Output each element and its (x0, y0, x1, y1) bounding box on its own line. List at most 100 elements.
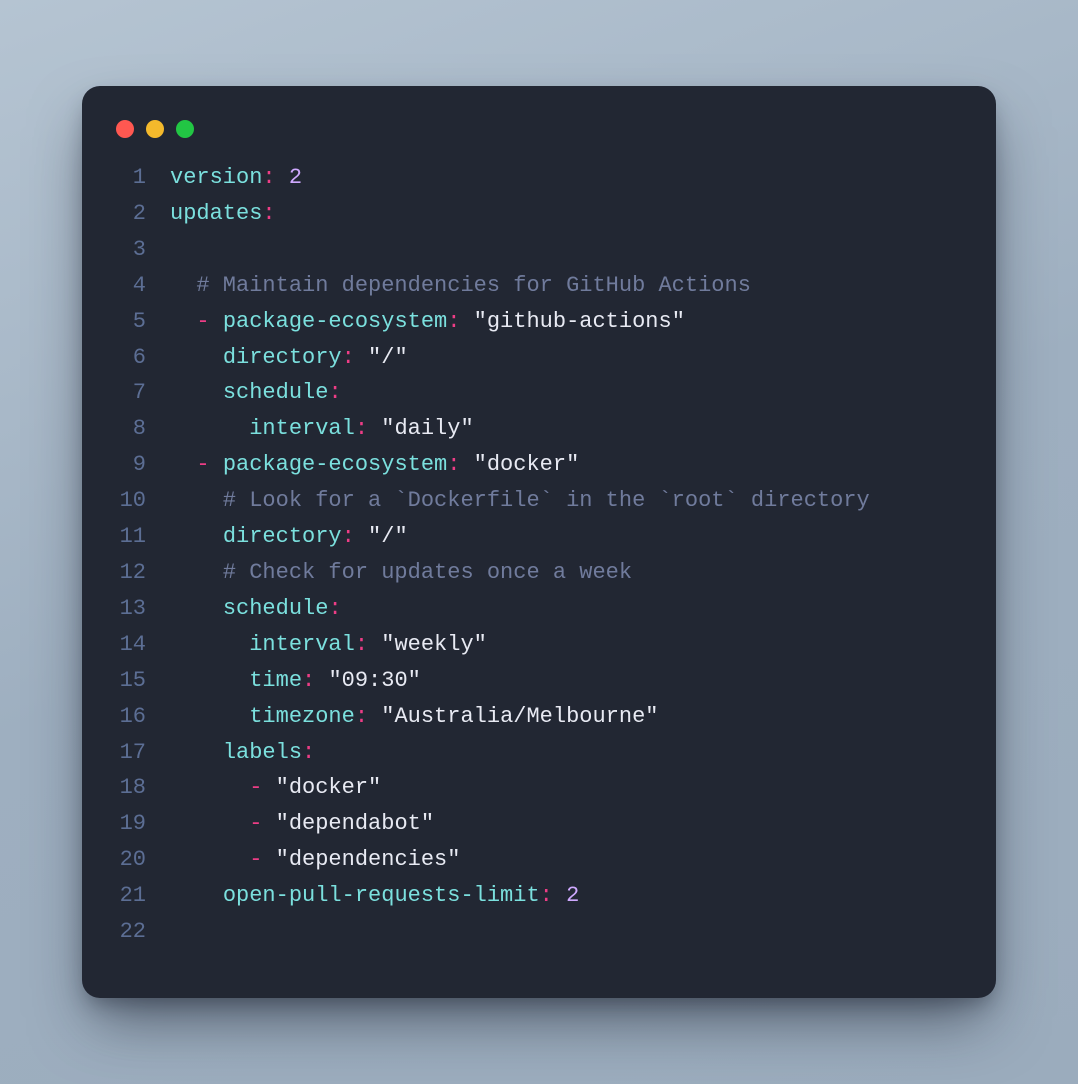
token: : (342, 524, 355, 549)
token: docker (487, 452, 566, 477)
line-number: 13 (110, 591, 170, 627)
line-number: 2 (110, 196, 170, 232)
code-line: 9 - package-ecosystem: "docker" (110, 447, 968, 483)
token: package-ecosystem (223, 452, 447, 477)
token: # Check for updates once a week (170, 560, 632, 585)
line-content: interval: "weekly" (170, 627, 968, 663)
code-line: 3 (110, 232, 968, 268)
line-number: 10 (110, 483, 170, 519)
zoom-icon[interactable] (176, 120, 194, 138)
token (170, 883, 223, 908)
token (210, 452, 223, 477)
token (170, 380, 223, 405)
token: " (276, 847, 289, 872)
code-line: 18 - "docker" (110, 770, 968, 806)
token: directory (223, 524, 342, 549)
line-number: 17 (110, 735, 170, 771)
line-number: 9 (110, 447, 170, 483)
line-content: # Maintain dependencies for GitHub Actio… (170, 268, 968, 304)
line-content: timezone: "Australia/Melbourne" (170, 699, 968, 735)
code-window: 1version: 22updates:34 # Maintain depend… (82, 86, 996, 998)
token (553, 883, 566, 908)
line-number: 6 (110, 340, 170, 376)
line-content: # Check for updates once a week (170, 555, 968, 591)
token (210, 309, 223, 334)
code-line: 12 # Check for updates once a week (110, 555, 968, 591)
token: - (196, 309, 209, 334)
token: - (249, 775, 262, 800)
token: updates (170, 201, 262, 226)
token (170, 632, 249, 657)
token: interval (249, 416, 355, 441)
token: # Maintain dependencies for GitHub Actio… (170, 273, 751, 298)
line-content: updates: (170, 196, 968, 232)
line-content: time: "09:30" (170, 663, 968, 699)
token: schedule (223, 380, 329, 405)
token: " (328, 668, 341, 693)
line-number: 3 (110, 232, 170, 268)
line-number: 15 (110, 663, 170, 699)
token (368, 632, 381, 657)
token: : (302, 740, 315, 765)
minimize-icon[interactable] (146, 120, 164, 138)
close-icon[interactable] (116, 120, 134, 138)
token: / (381, 345, 394, 370)
token: directory (223, 345, 342, 370)
token: dependencies (289, 847, 447, 872)
line-content (170, 914, 968, 950)
token: " (408, 668, 421, 693)
code-line: 20 - "dependencies" (110, 842, 968, 878)
token: : (447, 452, 460, 477)
window-controls (110, 114, 968, 160)
token: : (328, 596, 341, 621)
line-number: 16 (110, 699, 170, 735)
token (170, 309, 196, 334)
token: " (368, 775, 381, 800)
line-number: 20 (110, 842, 170, 878)
token: timezone (249, 704, 355, 729)
token: schedule (223, 596, 329, 621)
token: - (249, 847, 262, 872)
line-number: 14 (110, 627, 170, 663)
token: weekly (394, 632, 473, 657)
token (170, 524, 223, 549)
line-number: 4 (110, 268, 170, 304)
token: " (421, 811, 434, 836)
line-content: - package-ecosystem: "github-actions" (170, 304, 968, 340)
token (355, 345, 368, 370)
line-number: 22 (110, 914, 170, 950)
line-number: 21 (110, 878, 170, 914)
token: " (276, 775, 289, 800)
code-line: 5 - package-ecosystem: "github-actions" (110, 304, 968, 340)
token: : (447, 309, 460, 334)
token (355, 524, 368, 549)
token: package-ecosystem (223, 309, 447, 334)
code-line: 8 interval: "daily" (110, 411, 968, 447)
token: : (262, 165, 275, 190)
token: " (566, 452, 579, 477)
code-line: 22 (110, 914, 968, 950)
token (262, 811, 275, 836)
line-content: - "docker" (170, 770, 968, 806)
token: - (249, 811, 262, 836)
line-number: 12 (110, 555, 170, 591)
token (170, 452, 196, 477)
line-content: schedule: (170, 591, 968, 627)
token: " (368, 345, 381, 370)
token (262, 775, 275, 800)
token: docker (289, 775, 368, 800)
token: : (342, 345, 355, 370)
line-number: 1 (110, 160, 170, 196)
token: # Look for a `Dockerfile` in the `root` … (170, 488, 870, 513)
token: : (328, 380, 341, 405)
code-block: 1version: 22updates:34 # Maintain depend… (110, 160, 968, 950)
line-number: 19 (110, 806, 170, 842)
token: / (381, 524, 394, 549)
token: " (381, 704, 394, 729)
token: - (196, 452, 209, 477)
token: " (474, 309, 487, 334)
token: " (460, 416, 473, 441)
line-content: open-pull-requests-limit: 2 (170, 878, 968, 914)
token: " (394, 345, 407, 370)
token: " (394, 524, 407, 549)
